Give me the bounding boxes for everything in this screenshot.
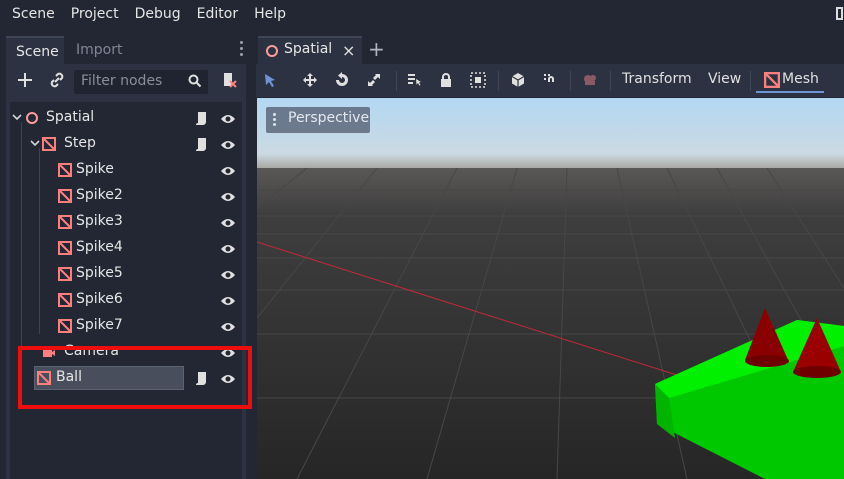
menu-project[interactable]: Project [63, 0, 127, 30]
link-icon [50, 72, 64, 88]
view-menu[interactable]: View [708, 71, 741, 87]
tree-label: Spike3 [76, 213, 123, 229]
scene-tabs: Spatial × + [256, 34, 844, 64]
instance-scene-button[interactable] [46, 71, 68, 93]
visibility-eye-icon[interactable] [220, 320, 236, 334]
viewport-scene[interactable] [257, 98, 844, 479]
menu-help[interactable]: Help [246, 0, 294, 30]
toolbar-separator [396, 71, 397, 91]
visibility-eye-icon[interactable] [220, 268, 236, 282]
menu-scene[interactable]: Scene [4, 0, 63, 30]
mesh-instance-icon [58, 163, 72, 177]
clear-script-button[interactable] [218, 71, 240, 93]
script-icon[interactable] [194, 137, 208, 153]
tree-row-spike7[interactable]: Spike7 [10, 314, 242, 340]
dock-menu-icon[interactable] [240, 41, 244, 57]
toolbar-separator [498, 71, 499, 91]
script-remove-icon [224, 73, 237, 88]
list-select-icon[interactable] [406, 72, 422, 88]
tree-row-spike3[interactable]: Spike3 [10, 210, 242, 236]
select-tool-icon[interactable] [262, 72, 278, 88]
script-icon[interactable] [194, 111, 208, 127]
scene-tree[interactable]: Spatial Step Spike Spike2 Spike3 Spike4 … [10, 102, 242, 479]
visibility-eye-icon[interactable] [220, 294, 236, 308]
visibility-eye-icon[interactable] [220, 112, 236, 126]
chevron-down-icon[interactable] [30, 138, 40, 148]
mesh-instance-icon [58, 319, 72, 333]
scene-toolbar: Filter nodes [6, 64, 246, 98]
3d-viewport[interactable]: Perspective [257, 98, 844, 479]
toolbar-separator [570, 71, 571, 91]
tree-row-spike6[interactable]: Spike6 [10, 288, 242, 314]
tree-row-spike4[interactable]: Spike4 [10, 236, 242, 262]
tree-label: Spike2 [76, 187, 123, 203]
annotation-highlight-box [18, 346, 252, 409]
mesh-instance-icon [58, 189, 72, 203]
mesh-menu-underline [756, 91, 824, 93]
tree-label: Spike4 [76, 239, 123, 255]
plus-icon [18, 73, 32, 87]
perspective-menu-button[interactable]: Perspective [266, 107, 370, 133]
spatial-node-icon [26, 112, 38, 124]
tree-row-step[interactable]: Step [10, 132, 242, 158]
tree-label: Step [64, 135, 96, 151]
mesh-instance-icon [58, 241, 72, 255]
tree-label: Spike [76, 161, 114, 177]
tab-import[interactable]: Import [66, 36, 132, 64]
rotate-tool-icon[interactable] [334, 72, 350, 88]
close-icon[interactable]: × [342, 41, 355, 60]
visibility-eye-icon[interactable] [220, 164, 236, 178]
chevron-down-icon[interactable] [12, 112, 22, 122]
toolbar-separator [610, 71, 611, 91]
tree-label: Spike5 [76, 265, 123, 281]
tree-row-spike5[interactable]: Spike5 [10, 262, 242, 288]
filter-nodes-input[interactable]: Filter nodes [74, 70, 208, 94]
menu-bar: Scene Project Debug Editor Help [0, 0, 844, 30]
mesh-instance-icon [58, 215, 72, 229]
visibility-eye-icon[interactable] [220, 216, 236, 230]
visibility-eye-icon[interactable] [220, 138, 236, 152]
snap-icon[interactable] [542, 72, 558, 88]
search-icon [188, 74, 202, 88]
mesh-instance-icon [42, 137, 56, 151]
tab-spatial[interactable]: Spatial × [258, 36, 362, 64]
mesh-instance-icon [58, 293, 72, 307]
tab-label: Spatial [284, 41, 333, 57]
spatial-node-icon [266, 45, 278, 57]
viewport-toolbar: Transform View Mesh [256, 64, 844, 97]
move-tool-icon[interactable] [302, 72, 318, 88]
transform-menu[interactable]: Transform [622, 71, 692, 87]
local-space-icon[interactable] [510, 72, 526, 88]
scene-dock: Scene Import Filter nodes Spatial Step S… [0, 34, 250, 479]
group-icon[interactable] [470, 72, 486, 88]
tree-row-spike[interactable]: Spike [10, 158, 242, 184]
menu-debug[interactable]: Debug [127, 0, 189, 30]
tree-row-spatial[interactable]: Spatial [10, 106, 242, 132]
tab-scene[interactable]: Scene [6, 36, 64, 64]
tree-row-spike2[interactable]: Spike2 [10, 184, 242, 210]
mesh-menu[interactable]: Mesh [782, 71, 819, 87]
visibility-eye-icon[interactable] [220, 242, 236, 256]
add-scene-icon[interactable]: + [368, 37, 385, 61]
menu-editor[interactable]: Editor [189, 0, 246, 30]
scale-tool-icon[interactable] [366, 72, 382, 88]
tree-label: Spike7 [76, 317, 123, 333]
lock-icon[interactable] [438, 72, 454, 88]
toolbar-separator [750, 71, 751, 91]
add-node-button[interactable] [14, 71, 36, 93]
filter-placeholder: Filter nodes [81, 73, 163, 89]
tree-label: Spatial [46, 109, 95, 125]
tree-label: Spike6 [76, 291, 123, 307]
update-spinner-icon[interactable] [836, 6, 844, 22]
preview-camera-icon[interactable] [582, 72, 598, 88]
kebab-menu-icon [273, 113, 277, 127]
scene-panel: Filter nodes Spatial Step Spike Spike2 S… [6, 64, 246, 479]
visibility-eye-icon[interactable] [220, 190, 236, 204]
perspective-label: Perspective [288, 110, 370, 126]
mesh-instance-icon [764, 72, 780, 88]
dock-tabs: Scene Import [6, 34, 246, 64]
main-editor: Spatial × + Transform View Mesh Perspect… [256, 34, 844, 479]
mesh-instance-icon [58, 267, 72, 281]
